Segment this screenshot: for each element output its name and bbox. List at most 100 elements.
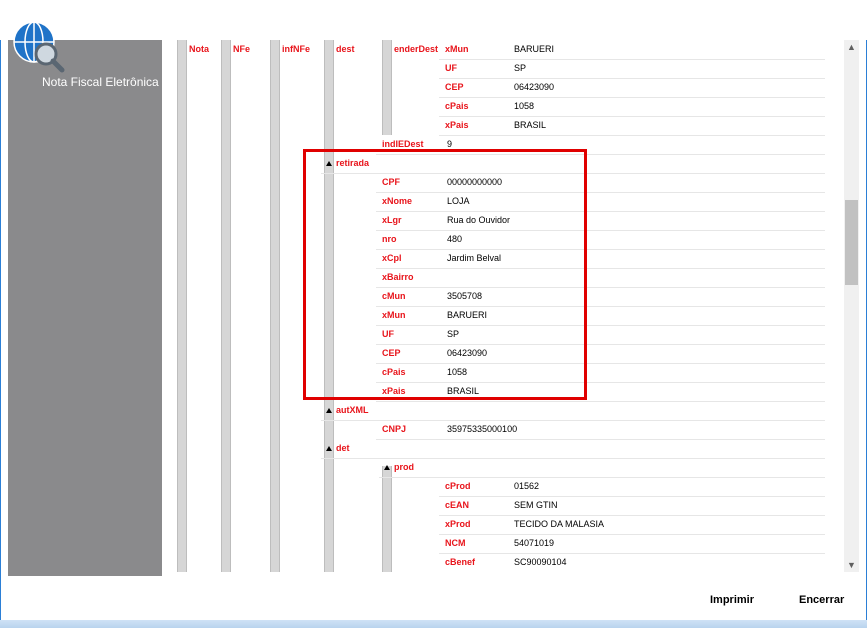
tree-node-prod[interactable]: prod [394,458,414,477]
vertical-scrollbar[interactable]: ▲ ▼ [844,40,859,572]
field-key: NCM [445,538,466,548]
field-key: cMun [382,291,406,301]
tree-node-nota[interactable]: Nota [189,40,209,59]
tree-row [376,135,825,155]
field-value: SP [447,329,460,339]
field-key: xLgr [382,215,402,225]
field-value: 35975335000100 [447,424,518,434]
field-key: xCpl [382,253,402,263]
tree-row [376,287,825,307]
tree-row [439,477,825,497]
scroll-down-icon[interactable]: ▼ [844,558,859,572]
tree-row [376,344,825,364]
field-key: xBairro [382,272,414,282]
field-key: xNome [382,196,413,206]
field-key: xMun [382,310,406,320]
tree-row [376,268,825,288]
tree-row [321,439,825,459]
tree-level-bar [270,40,280,572]
tree-row [379,458,825,478]
tree-row [376,382,825,402]
tree-row [376,325,825,345]
tree-level-bar [382,40,392,135]
field-key: CNPJ [382,424,407,434]
field-value: TECIDO DA MALASIA [514,519,605,529]
field-key: cEAN [445,500,470,510]
field-key: CEP [445,82,464,92]
tree-row [439,515,825,535]
field-value: 00000000000 [447,177,503,187]
tree-node-autxml[interactable]: autXML [336,401,369,420]
scroll-up-icon[interactable]: ▲ [844,40,859,54]
field-value: SC90090104 [514,557,567,567]
globe-search-icon [13,21,65,73]
sidebar [8,40,162,576]
tree-row [376,363,825,383]
tree-level-bar [324,447,334,572]
print-button[interactable]: Imprimir [710,594,754,606]
tree-row [439,40,825,60]
tree-node-retirada[interactable]: retirada [336,154,369,173]
field-value: 1058 [514,101,535,111]
tree-row [376,173,825,193]
field-value: 1058 [447,367,468,377]
tree-node-nfe[interactable]: NFe [233,40,250,59]
field-key: cBenef [445,557,476,567]
tree-row [439,553,825,572]
field-value: 9 [447,139,453,149]
field-key: cPais [445,101,469,111]
field-key: cPais [382,367,406,377]
collapse-arrow-icon[interactable] [326,408,332,413]
field-value: BARUERI [447,310,488,320]
field-value: BRASIL [514,120,547,130]
field-value: LOJA [447,196,470,206]
tree-node-dest[interactable]: dest [336,40,355,59]
field-value: BRASIL [447,386,480,396]
field-key: xPais [445,120,469,130]
collapse-arrow-icon[interactable] [326,161,332,166]
field-value: 06423090 [514,82,555,92]
tree-row [321,401,825,421]
tree-row [376,211,825,231]
field-value: 3505708 [447,291,483,301]
title-bar [0,0,867,40]
field-value: SP [514,63,527,73]
tree-node-det[interactable]: det [336,439,350,458]
field-key: indIEDest [382,139,424,149]
tree-row [439,534,825,554]
tree-row [439,97,825,117]
tree-row [376,249,825,269]
tree-level-bar [177,40,187,572]
xml-tree-viewer: Nota NFe infNFe dest enderDest xMun BARU… [171,40,829,572]
field-key: CEP [382,348,401,358]
tree-node-infnfe[interactable]: infNFe [282,40,310,59]
field-value: SEM GTIN [514,500,558,510]
tree-row [376,420,825,440]
field-key: CPF [382,177,400,187]
tree-row [439,78,825,98]
close-button[interactable]: Encerrar [799,594,844,606]
tree-level-bar [324,162,334,392]
scroll-thumb[interactable] [845,200,858,285]
tree-node-enderdest[interactable]: enderDest [394,40,438,59]
tree-row [439,59,825,79]
field-key: UF [445,63,457,73]
field-value: BARUERI [514,44,555,54]
field-value: 480 [447,234,463,244]
field-value: 54071019 [514,538,555,548]
collapse-arrow-icon[interactable] [326,446,332,451]
field-key: UF [382,329,394,339]
tree-row [376,192,825,212]
tree-row [439,496,825,516]
field-key: nro [382,234,397,244]
field-key: xProd [445,519,471,529]
tree-level-bar [382,466,392,572]
taskbar-strip [0,620,867,628]
tree-row [439,116,825,136]
tree-row [321,154,825,174]
field-key: cProd [445,481,471,491]
tree-level-bar [221,40,231,572]
field-value: 06423090 [447,348,488,358]
collapse-arrow-icon[interactable] [384,465,390,470]
app-name: Nota Fiscal Eletrônica [42,75,159,89]
